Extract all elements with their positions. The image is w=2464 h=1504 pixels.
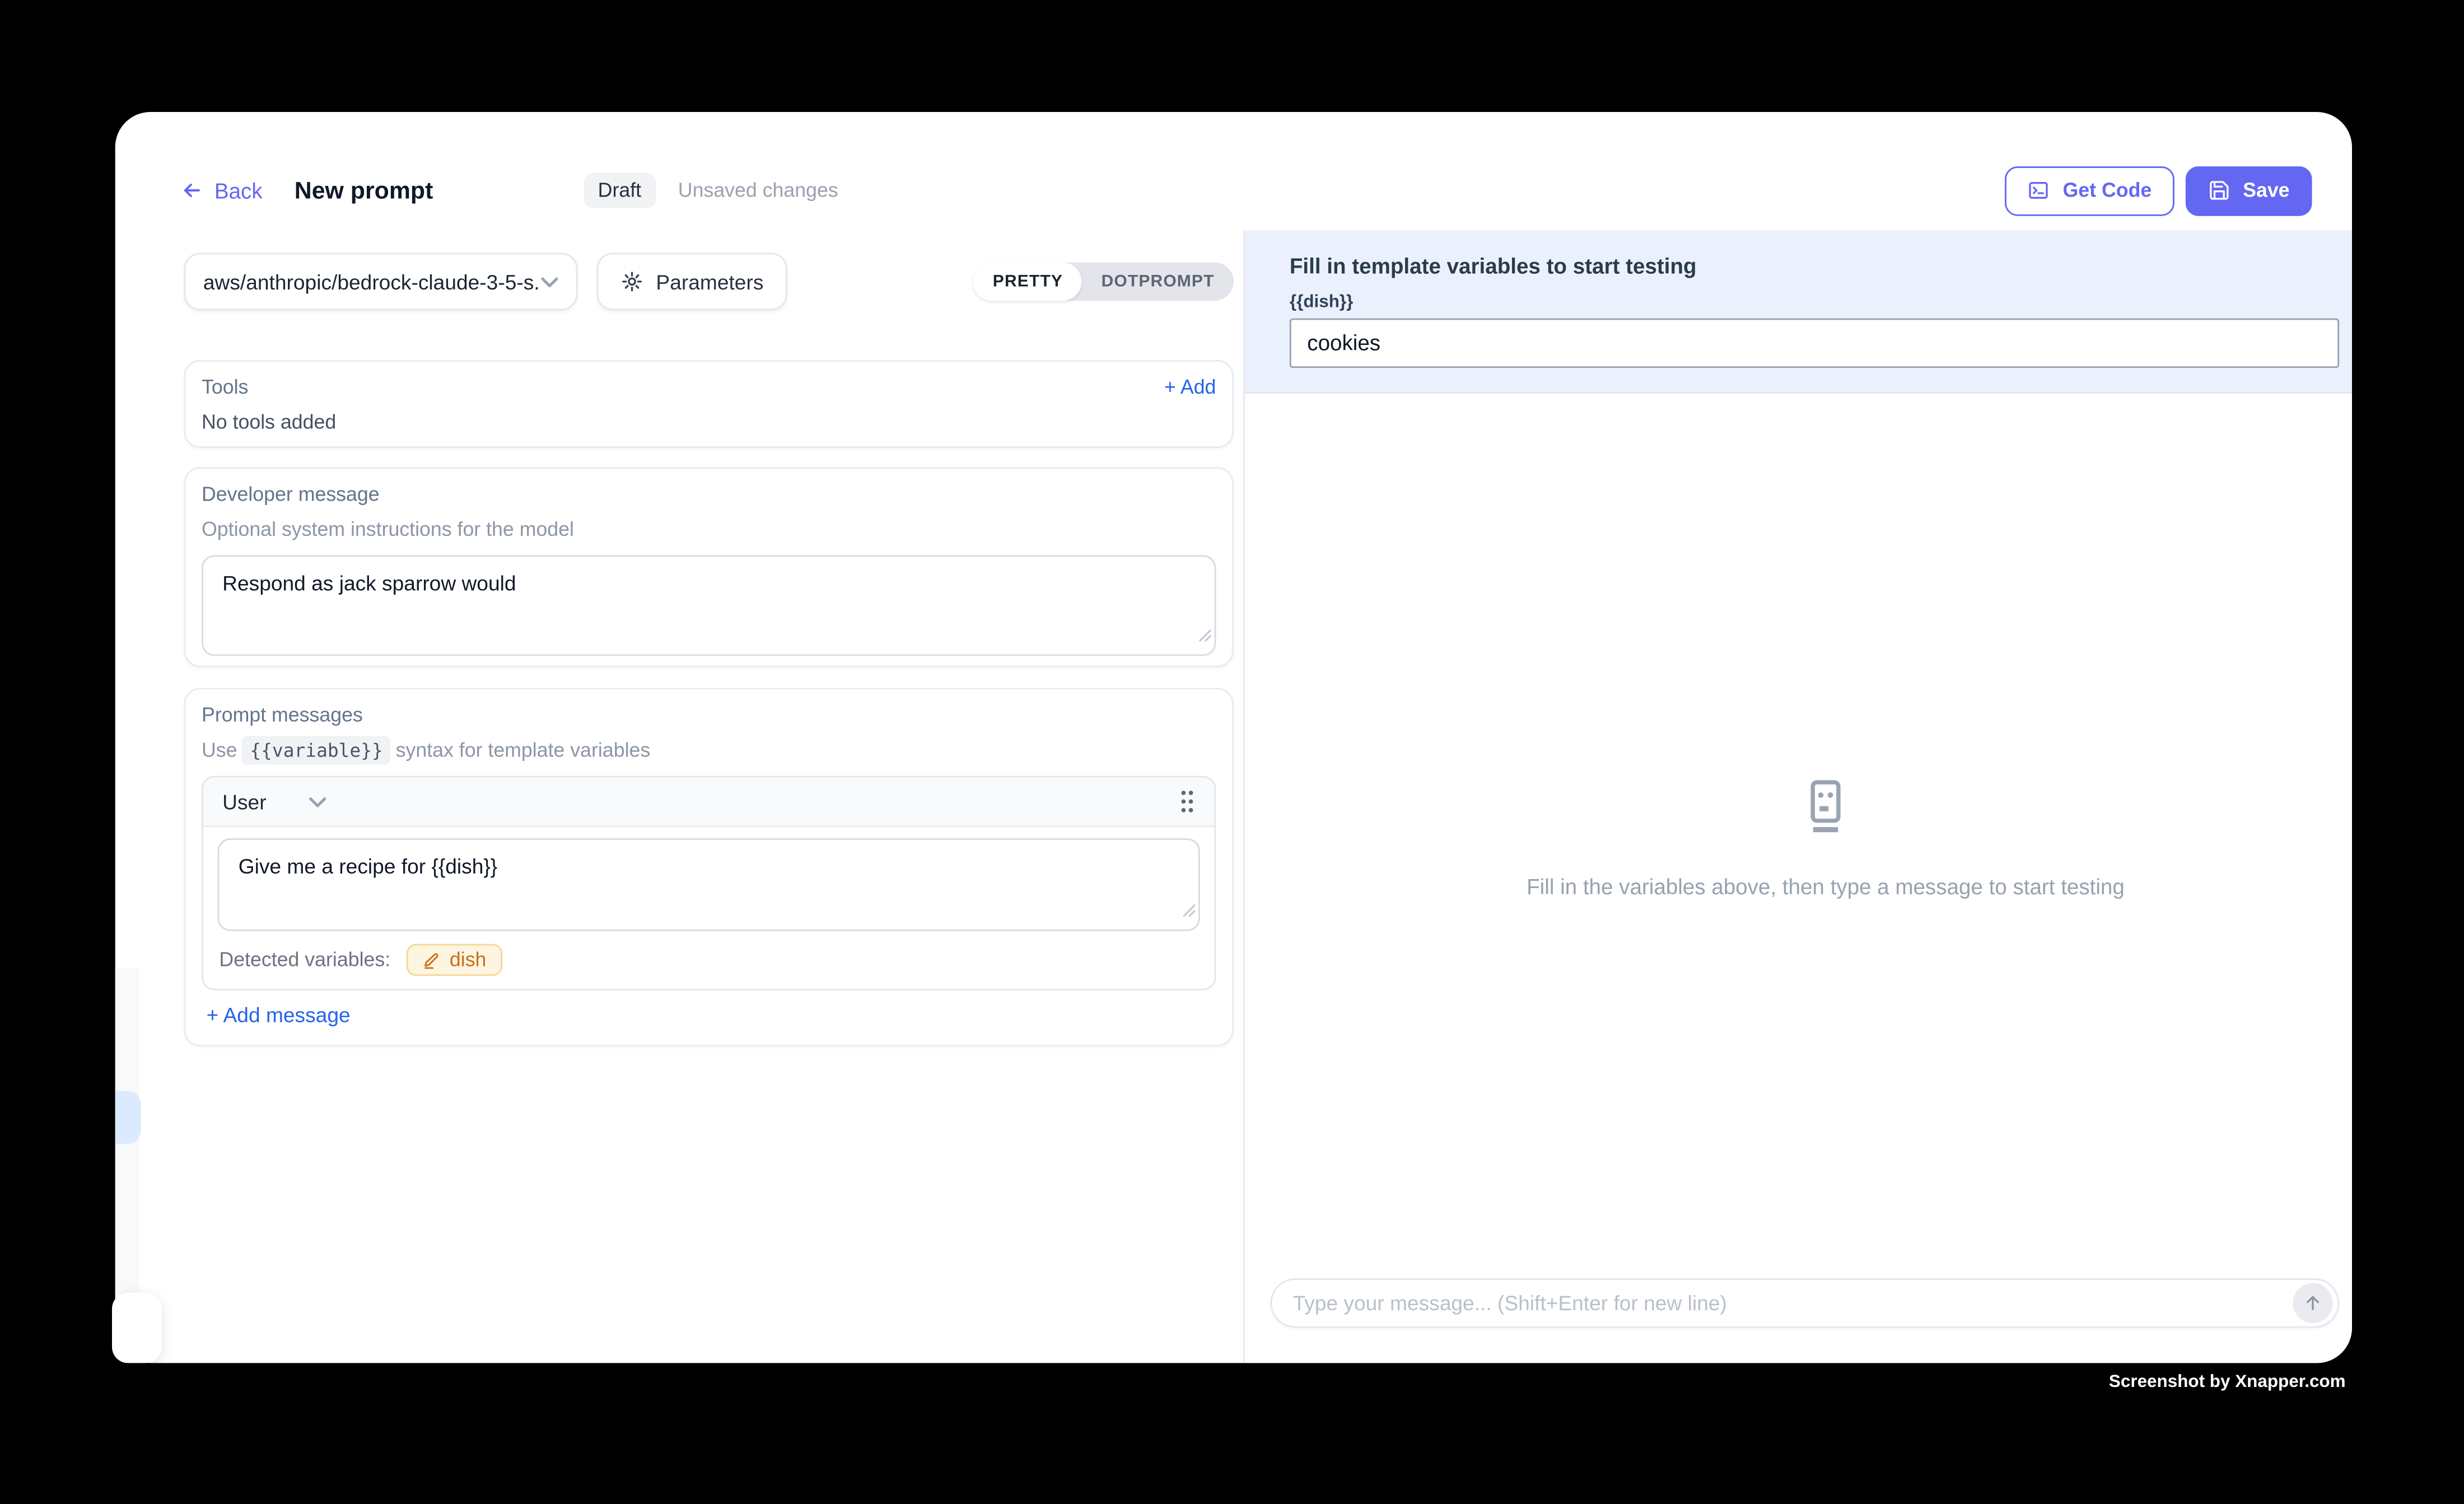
model-selector[interactable]: aws/anthropic/bedrock-claude-3-5-s... xyxy=(184,253,578,310)
status-badge: Draft xyxy=(584,173,656,208)
tools-empty-text: No tools added xyxy=(202,411,1216,433)
send-button[interactable] xyxy=(2293,1283,2332,1323)
empty-state-text: Fill in the variables above, then type a… xyxy=(1272,875,2352,899)
back-arrow-icon xyxy=(181,179,203,202)
save-label: Save xyxy=(2243,179,2289,202)
parameters-label: Parameters xyxy=(656,269,763,293)
sidebar-highlight-pill[interactable] xyxy=(115,1091,141,1144)
developer-message-panel: Developer message Optional system instru… xyxy=(184,467,1234,667)
unsaved-changes-text: Unsaved changes xyxy=(678,179,838,202)
back-button[interactable]: Back xyxy=(181,179,263,203)
role-selector[interactable]: User xyxy=(222,790,266,814)
template-variables-title: Fill in template variables to start test… xyxy=(1290,254,2352,278)
model-row: aws/anthropic/bedrock-claude-3-5-s... Pa… xyxy=(184,253,1234,310)
view-toggle: PRETTY DOTPROMPT xyxy=(974,263,1234,301)
variable-badge-dish[interactable]: dish xyxy=(407,944,502,976)
pencil-icon xyxy=(422,951,440,969)
save-icon xyxy=(2208,179,2230,202)
add-tool-button[interactable]: + Add xyxy=(1164,376,1216,398)
subtitle-suffix: syntax for template variables xyxy=(396,739,651,762)
developer-message-subtitle: Optional system instructions for the mod… xyxy=(202,519,1216,541)
variable-value-input[interactable] xyxy=(1290,319,2339,368)
resize-handle-icon xyxy=(1197,621,1211,650)
variable-badge-label: dish xyxy=(450,949,487,971)
subtitle-prefix: Use xyxy=(202,739,237,762)
chat-input-bar xyxy=(1271,1279,2340,1329)
app-window: Back New prompt Draft Unsaved changes Ge… xyxy=(115,112,2352,1363)
gear-icon xyxy=(621,270,643,293)
get-code-button[interactable]: Get Code xyxy=(2005,166,2174,216)
screenshot-background: Back New prompt Draft Unsaved changes Ge… xyxy=(0,0,2464,1504)
toggle-option-dotprompt[interactable]: DOTPROMPT xyxy=(1082,263,1234,301)
message-textarea[interactable]: Give me a recipe for {{dish}} xyxy=(218,838,1200,931)
template-variables-panel: Fill in template variables to start test… xyxy=(1245,230,2352,393)
chat-message-input[interactable] xyxy=(1293,1292,2293,1316)
model-selector-value: aws/anthropic/bedrock-claude-3-5-s... xyxy=(203,269,541,293)
developer-message-textarea[interactable]: Respond as jack sparrow would xyxy=(202,555,1216,656)
chevron-down-icon xyxy=(310,796,327,807)
parameters-button[interactable]: Parameters xyxy=(597,253,788,310)
prompt-messages-subtitle: Use{{variable}}syntax for template varia… xyxy=(202,739,1216,762)
page-title: New prompt xyxy=(295,177,433,204)
terminal-icon xyxy=(2028,179,2050,202)
developer-message-title: Developer message xyxy=(202,483,1216,506)
variable-name-label: {{dish}} xyxy=(1290,293,2352,312)
message-header: User xyxy=(203,778,1215,828)
add-message-button[interactable]: + Add message xyxy=(207,1003,351,1027)
get-code-label: Get Code xyxy=(2063,179,2152,202)
message-block: User Give me a recipe for {{dish}} xyxy=(202,776,1216,991)
save-button[interactable]: Save xyxy=(2185,166,2312,216)
prompt-messages-title: Prompt messages xyxy=(202,704,1216,726)
robot-face-icon xyxy=(1797,816,1855,843)
drag-handle-icon[interactable] xyxy=(1179,789,1196,815)
detected-variables-row: Detected variables: dish xyxy=(203,931,1215,989)
back-label: Back xyxy=(214,179,263,203)
prompt-messages-panel: Prompt messages Use{{variable}}syntax fo… xyxy=(184,688,1234,1047)
tools-panel: Tools + Add No tools added xyxy=(184,360,1234,448)
send-arrow-icon xyxy=(2302,1293,2323,1314)
corner-popover xyxy=(112,1293,162,1363)
chevron-down-icon xyxy=(541,276,558,287)
header: Back New prompt Draft Unsaved changes Ge… xyxy=(181,165,2312,216)
chat-test-area: Fill in the variables above, then type a… xyxy=(1245,394,2352,1363)
watermark-text: Screenshot by Xnapper.com xyxy=(2109,1372,2346,1391)
resize-handle-icon xyxy=(1181,896,1196,924)
variable-syntax-chip: {{variable}} xyxy=(242,736,391,764)
toggle-option-pretty[interactable]: PRETTY xyxy=(974,263,1082,301)
tools-title: Tools xyxy=(202,376,248,398)
empty-state: Fill in the variables above, then type a… xyxy=(1272,779,2352,899)
detected-variables-label: Detected variables: xyxy=(219,949,390,971)
